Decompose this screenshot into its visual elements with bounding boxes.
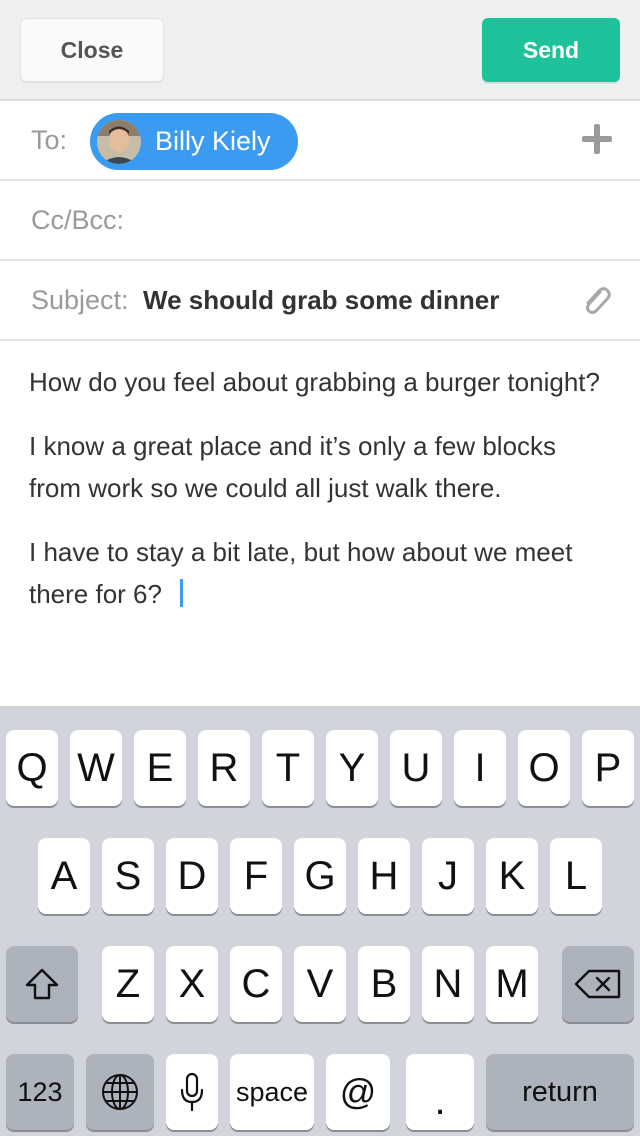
key-q[interactable]: Q	[6, 730, 58, 806]
text-caret	[179, 579, 183, 607]
key-v[interactable]: V	[294, 946, 346, 1022]
shift-icon	[25, 968, 59, 1000]
microphone-key[interactable]	[166, 1054, 218, 1130]
backspace-icon	[574, 969, 621, 999]
recipient-name: Billy Kiely	[155, 126, 271, 156]
key-l[interactable]: L	[550, 838, 602, 914]
avatar	[97, 119, 141, 164]
key-f[interactable]: F	[230, 838, 282, 914]
space-key[interactable]: space	[230, 1054, 314, 1130]
key-s[interactable]: S	[102, 838, 154, 914]
key-o[interactable]: O	[518, 730, 570, 806]
message-body[interactable]: How do you feel about grabbing a burger …	[29, 361, 609, 637]
cc-bcc-label: Cc/Bcc:	[31, 205, 125, 235]
recipient-chip[interactable]: Billy Kiely	[90, 113, 298, 170]
cc-bcc-field-row[interactable]: Cc/Bcc:	[0, 181, 640, 261]
microphone-icon	[180, 1072, 204, 1112]
subject-value[interactable]: We should grab some dinner	[143, 285, 499, 316]
numbers-key[interactable]: 123	[6, 1054, 74, 1130]
key-r[interactable]: R	[198, 730, 250, 806]
key-e[interactable]: E	[134, 730, 186, 806]
key-u[interactable]: U	[390, 730, 442, 806]
return-key[interactable]: return	[486, 1054, 634, 1130]
key-x[interactable]: X	[166, 946, 218, 1022]
body-paragraph-3-text: I have to stay a bit late, but how about…	[29, 537, 573, 609]
body-paragraph-3: I have to stay a bit late, but how about…	[29, 531, 609, 615]
key-h[interactable]: H	[358, 838, 410, 914]
key-b[interactable]: B	[358, 946, 410, 1022]
key-w[interactable]: W	[70, 730, 122, 806]
at-key[interactable]: @	[326, 1054, 390, 1130]
key-d[interactable]: D	[166, 838, 218, 914]
key-m[interactable]: M	[486, 946, 538, 1022]
key-i[interactable]: I	[454, 730, 506, 806]
key-y[interactable]: Y	[326, 730, 378, 806]
compose-toolbar: Close Send	[0, 0, 640, 101]
send-button[interactable]: Send	[482, 18, 620, 82]
key-a[interactable]: A	[38, 838, 90, 914]
subject-label: Subject:	[31, 285, 129, 315]
key-t[interactable]: T	[262, 730, 314, 806]
key-n[interactable]: N	[422, 946, 474, 1022]
plus-icon[interactable]	[582, 124, 612, 154]
period-key[interactable]: .	[406, 1054, 474, 1130]
key-p[interactable]: P	[582, 730, 634, 806]
shift-key[interactable]	[6, 946, 78, 1022]
to-label: To:	[31, 125, 68, 155]
globe-key[interactable]	[86, 1054, 154, 1130]
body-paragraph-2: I know a great place and it’s only a few…	[29, 431, 557, 503]
to-field-row[interactable]: To: Billy Kiely	[0, 101, 640, 181]
key-g[interactable]: G	[294, 838, 346, 914]
globe-icon	[102, 1074, 138, 1110]
subject-field-row[interactable]: Subject: We should grab some dinner	[0, 261, 640, 341]
key-z[interactable]: Z	[102, 946, 154, 1022]
key-j[interactable]: J	[422, 838, 474, 914]
paperclip-icon[interactable]	[578, 283, 614, 319]
key-c[interactable]: C	[230, 946, 282, 1022]
key-k[interactable]: K	[486, 838, 538, 914]
body-paragraph-1: How do you feel about grabbing a burger …	[29, 367, 600, 397]
close-button[interactable]: Close	[20, 18, 164, 82]
keyboard: Q W E R T Y U I O P A S D F G H J K L Z …	[0, 706, 640, 1136]
backspace-key[interactable]	[562, 946, 634, 1022]
